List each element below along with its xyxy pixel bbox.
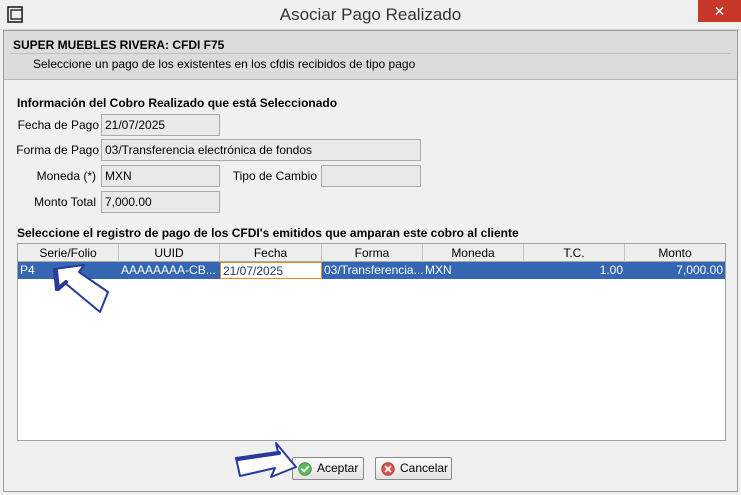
arrow-pointing-accept-icon xyxy=(235,442,297,478)
arrow-pointing-row-icon xyxy=(53,264,109,313)
annotation-overlay xyxy=(53,264,297,478)
